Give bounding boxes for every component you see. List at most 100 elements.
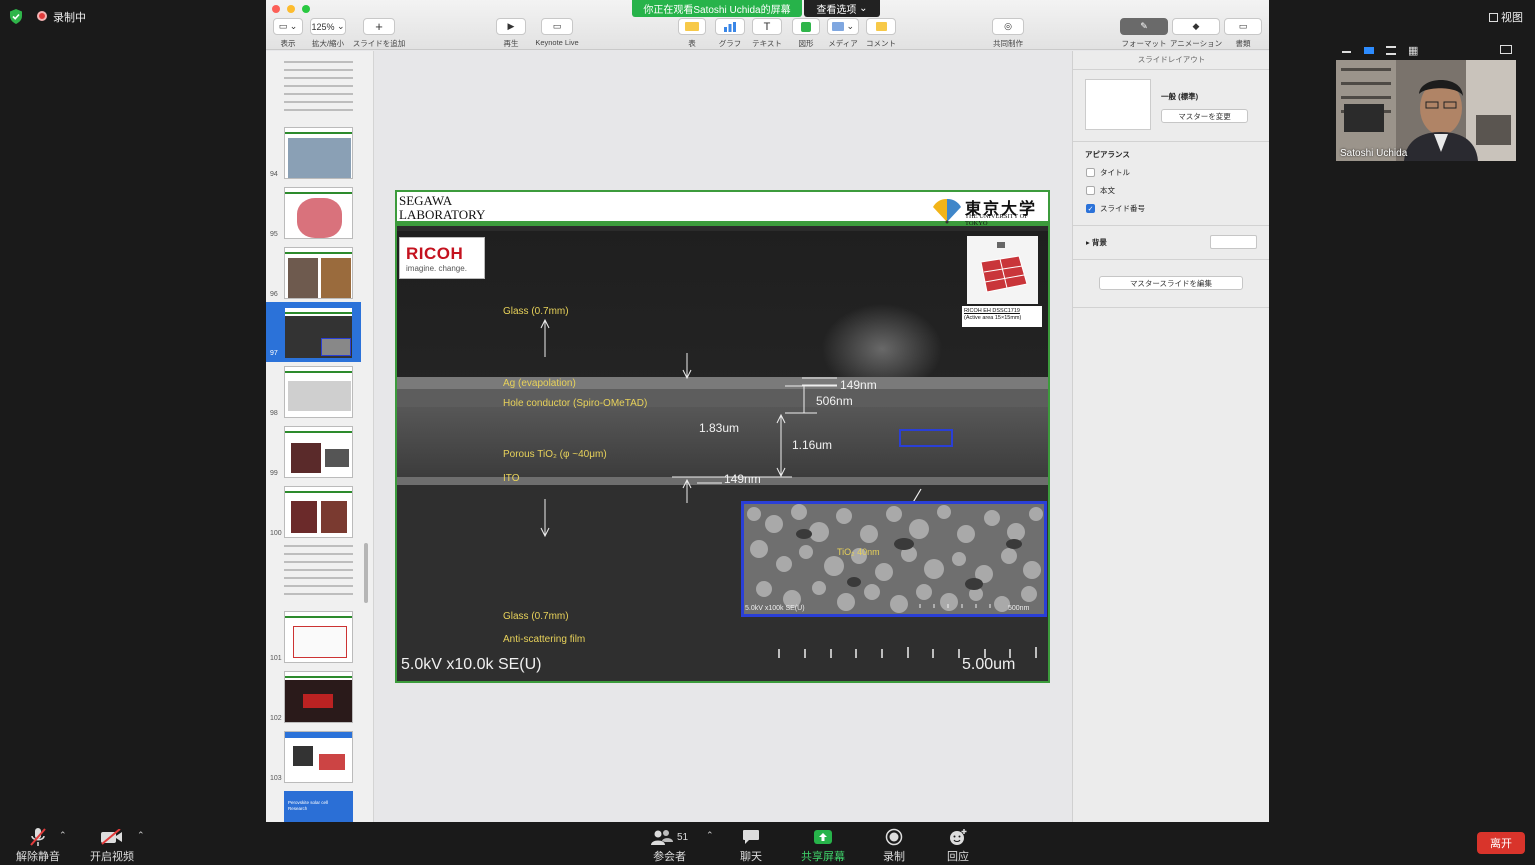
lab-name: SEGAWA LABORATORY [399,194,485,222]
media-button[interactable]: ⌄ [827,18,859,35]
slide-thumbnail[interactable] [284,187,353,239]
document-label: 書類 [1235,39,1251,48]
layout-thumbnail[interactable] [1085,79,1151,130]
background-color-well[interactable] [1210,235,1257,249]
slide-thumbnail[interactable] [284,731,353,783]
chart-button[interactable] [715,18,745,35]
view-label: 视图 [1501,12,1523,24]
media-label: メディア [828,39,858,48]
reactions-button[interactable]: 回应 [947,826,969,864]
leave-meeting-button[interactable]: 离开 [1477,832,1525,854]
collaborate-icon: ◎ [1004,21,1012,31]
slide-thumbnail[interactable] [284,611,353,663]
document-button[interactable]: ▭ [1224,18,1262,35]
audio-options-caret-icon[interactable]: ⌃ [59,830,67,841]
start-video-button[interactable]: 开启视频 [90,826,134,864]
title-checkbox[interactable] [1086,168,1095,177]
lab-name-line2: LABORATORY [399,207,486,222]
microphone-muted-icon [30,828,46,846]
edit-master-slide-button[interactable]: マスタースライドを編集 [1099,276,1243,290]
solar-module-icon [967,236,1038,304]
gallery-view-icon[interactable]: ▦ [1408,44,1418,57]
inset-scale-label: 500nm [1008,605,1030,612]
view-button[interactable]: 视图 [1489,9,1523,25]
table-button[interactable] [678,18,706,35]
comment-label: コメント [866,39,896,48]
view-options-button[interactable]: 查看选项 ⌄ [804,0,880,17]
speaker-view-icon[interactable] [1364,47,1374,54]
slide-thumbnail[interactable] [284,366,353,418]
participants-button[interactable]: 51 参会者 [651,826,688,864]
format-button[interactable]: ✎ [1120,18,1168,35]
shield-icon[interactable] [9,9,23,24]
share-screen-button[interactable]: 共享屏幕 [801,826,845,864]
title-checkbox-row[interactable]: タイトル [1086,167,1130,178]
zoom-select[interactable]: 125% ⌄ [310,18,346,35]
dssc-module-photo [967,236,1038,304]
slide-thumbnail[interactable] [284,671,353,723]
slide-thumbnail[interactable] [284,426,353,478]
record-button[interactable]: 录制 [883,826,905,864]
body-checkbox-row[interactable]: 本文 [1086,185,1115,196]
slide-number-checkbox-row[interactable]: ✓ スライド番号 [1086,203,1145,214]
slide-thumbnail[interactable] [284,486,353,538]
slide-thumbnail[interactable] [284,247,353,299]
skipped-slides[interactable] [284,61,353,117]
minimize-window-icon[interactable] [287,5,295,13]
background-section-toggle[interactable]: ▸ 背景 [1086,237,1107,248]
change-master-button[interactable]: マスターを変更 [1161,109,1248,123]
format-inspector: スライドレイアウト 一般 (標準) マスターを変更 アピアランス タイトル 本文… [1072,51,1269,822]
pop-out-icon[interactable] [1500,45,1512,54]
text-button[interactable]: T [752,18,782,35]
slide-thumbnail[interactable]: Perovskite solar cell Research [284,791,353,822]
skipped-slides[interactable] [284,545,353,601]
collaborate-button[interactable]: ◎ [992,18,1024,35]
slide-number-checkbox-checked-icon[interactable]: ✓ [1086,204,1095,213]
slide-thumbnail[interactable] [284,127,353,179]
sidebar-icon: ▭ ⌄ [278,21,298,31]
slide-canvas[interactable]: SEGAWA LABORATORY 東京大学 THE UNIVERSITY OF … [395,190,1050,683]
slide-navigator: 94 95 96 97 98 99 100 101 102 103 Perovs… [266,51,374,822]
body-checkbox[interactable] [1086,186,1095,195]
shape-label: 図形 [798,39,814,48]
fullscreen-window-icon[interactable] [302,5,310,13]
close-window-icon[interactable] [272,5,280,13]
layer-label-porous-tio2: Porous TiO₂ (φ ~40μm) [503,449,607,460]
view-options-label: 查看选项 [816,5,857,16]
keynote-live-button[interactable]: ▭ [541,18,573,35]
lab-name-line1: SEGAWA [399,193,453,208]
participant-name: Satoshi Uchida [1340,148,1408,159]
inset-sem-info: 5.0kV x100k SE(U) [745,605,805,612]
zoom-value: 125% [311,21,335,32]
view-menu-button[interactable]: ▭ ⌄ [273,18,303,35]
shape-button[interactable] [792,18,820,35]
slide-number: 101 [270,655,282,662]
measure-1-16um: 1.16um [792,438,833,452]
strip-view-icon[interactable] [1386,46,1396,55]
collaborate-label: 共同制作 [993,39,1023,48]
add-slide-button[interactable]: + [363,18,395,35]
participant-video[interactable]: Satoshi Uchida [1336,60,1516,161]
slide-number: 95 [270,231,278,238]
play-button[interactable]: ▶ [496,18,526,35]
video-options-caret-icon[interactable]: ⌃ [137,830,145,841]
paintbrush-icon: ✎ [1140,21,1148,31]
comment-button[interactable] [866,18,896,35]
chat-label: 聊天 [740,851,762,863]
minimize-icon[interactable] [1342,51,1351,53]
divider [1073,225,1269,226]
media-icon [831,22,844,31]
emoji-reaction-icon [950,829,967,845]
unmute-button[interactable]: 解除静音 [16,826,60,864]
divider [1073,259,1269,260]
participants-options-caret-icon[interactable]: ⌃ [706,830,714,841]
layout-name: 一般 (標準) [1161,92,1199,101]
recording-label: 录制中 [53,12,86,24]
background-label: 背景 [1091,238,1107,247]
slide-thumbnail-selected[interactable] [284,307,353,359]
navigator-scrollbar[interactable] [364,543,368,603]
ricoh-tagline: imagine. change. [406,264,467,273]
slide-header: SEGAWA LABORATORY 東京大学 THE UNIVERSITY OF … [397,192,1048,227]
animate-button[interactable]: ◆ [1172,18,1220,35]
chat-button[interactable]: 聊天 [740,826,762,864]
